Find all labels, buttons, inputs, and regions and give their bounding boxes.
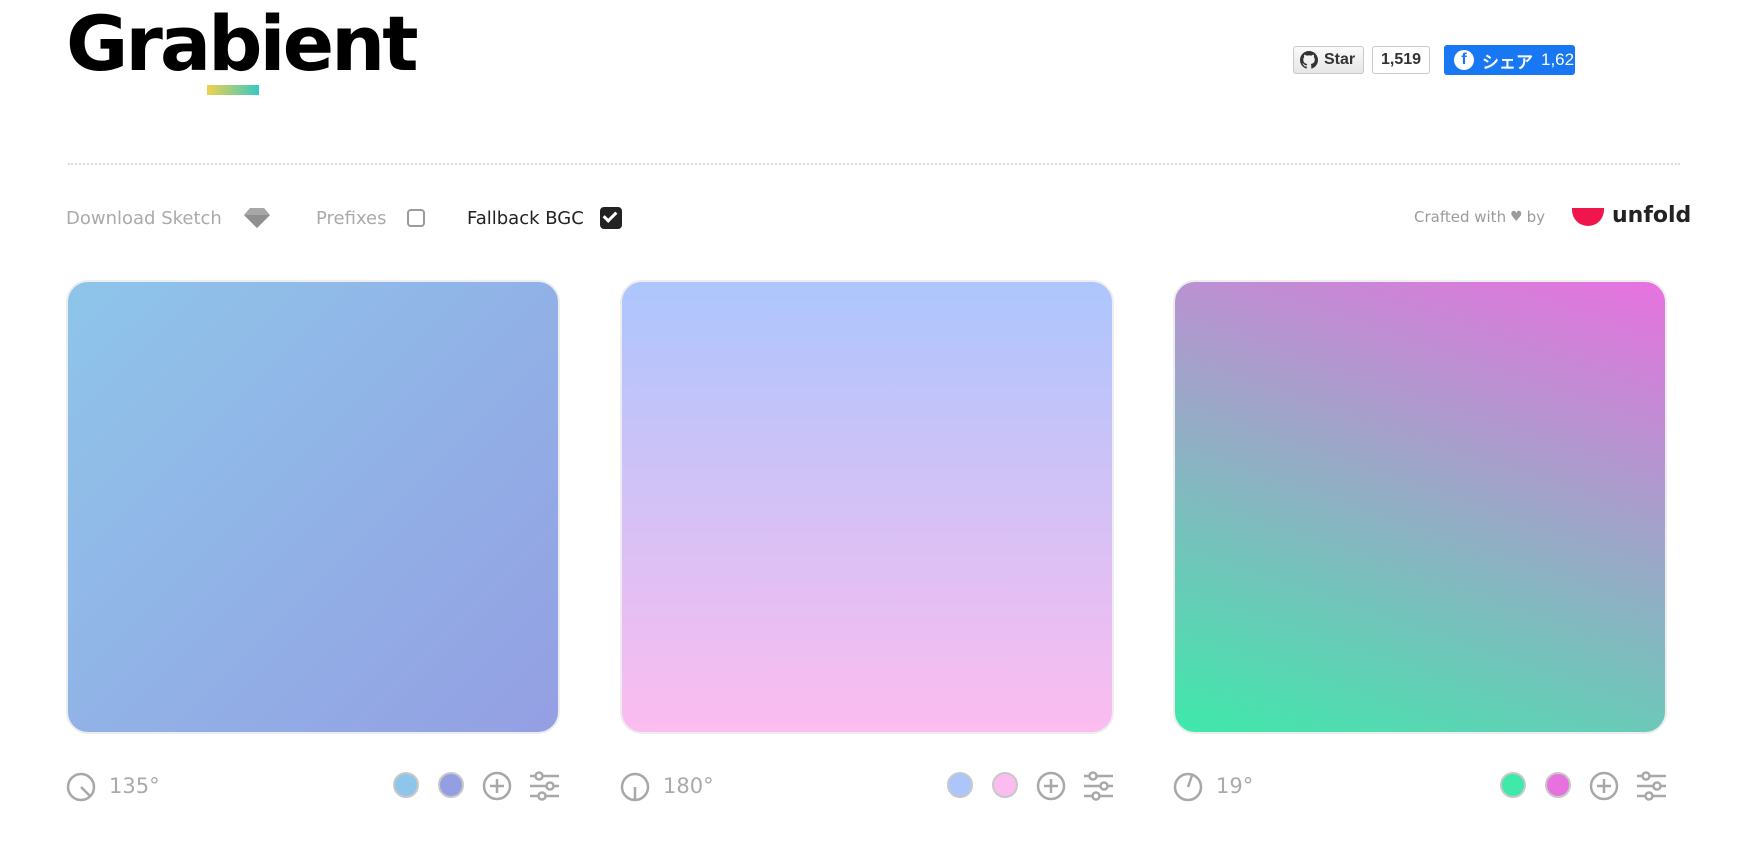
github-star-label: Star — [1324, 51, 1356, 68]
logo-gradient-underline — [207, 85, 259, 95]
prefixes-toggle[interactable]: Prefixes — [316, 204, 425, 232]
color-stop-swatch[interactable] — [992, 772, 1018, 798]
fallback-bgc-label: Fallback BGC — [467, 207, 584, 229]
header-divider — [68, 163, 1680, 165]
github-icon — [1300, 51, 1318, 69]
sketch-diamond-icon — [243, 208, 270, 228]
add-color-icon[interactable] — [1036, 771, 1066, 801]
color-stop-swatch[interactable] — [1545, 772, 1571, 798]
sliders-icon[interactable] — [529, 771, 560, 801]
download-sketch-label: Download Sketch — [66, 207, 222, 229]
facebook-icon: f — [1454, 50, 1474, 70]
color-stop-swatch[interactable] — [947, 772, 973, 798]
unfold-logo-link[interactable]: unfold — [1572, 203, 1691, 228]
angle-dial-icon[interactable] — [620, 772, 650, 802]
heart-icon: ♥ — [1510, 209, 1523, 225]
color-stop-swatch[interactable] — [393, 772, 419, 798]
unfold-brand-text: unfold — [1612, 203, 1692, 228]
github-star-count[interactable]: 1,519 — [1372, 46, 1431, 74]
fallback-bgc-checkbox[interactable] — [599, 207, 622, 229]
facebook-share-label: シェア — [1482, 52, 1533, 72]
fallback-bgc-toggle[interactable]: Fallback BGC — [467, 204, 622, 232]
gradient-card[interactable] — [1173, 280, 1667, 734]
crafted-suffix: by — [1526, 208, 1546, 226]
color-stop-swatch[interactable] — [1500, 772, 1526, 798]
angle-dial-icon[interactable] — [66, 772, 96, 802]
crafted-with-text: Crafted with ♥ by — [1414, 208, 1545, 226]
crafted-prefix: Crafted with — [1414, 208, 1507, 226]
color-stop-swatch[interactable] — [438, 772, 464, 798]
grabient-logo[interactable]: Grabient — [66, 6, 419, 82]
gradient-card[interactable] — [66, 280, 560, 734]
angle-value[interactable]: 135° — [109, 774, 160, 798]
gradient-card-footer: 180° — [620, 768, 1114, 804]
add-color-icon[interactable] — [1589, 771, 1619, 801]
github-star-button[interactable]: Star — [1293, 46, 1365, 74]
facebook-share-button[interactable]: f シェア 1,62 — [1444, 45, 1575, 75]
prefixes-label: Prefixes — [316, 207, 387, 229]
prefixes-checkbox[interactable] — [406, 209, 425, 227]
add-color-icon[interactable] — [482, 771, 512, 801]
angle-dial-icon[interactable] — [1173, 772, 1203, 802]
download-sketch-button[interactable]: Download Sketch — [66, 204, 270, 232]
unfold-logo-icon — [1572, 207, 1604, 226]
page: Grabient Star 1,519 f シェア 1,62 Download … — [0, 0, 1744, 843]
gradient-card-footer: 19° — [1173, 768, 1667, 804]
gradient-card[interactable] — [620, 280, 1114, 734]
facebook-share-count: 1,62 — [1541, 50, 1575, 69]
sliders-icon[interactable] — [1636, 771, 1667, 801]
sliders-icon[interactable] — [1083, 771, 1114, 801]
angle-value[interactable]: 19° — [1216, 774, 1253, 798]
gradient-card-footer: 135° — [66, 768, 560, 804]
angle-value[interactable]: 180° — [663, 774, 714, 798]
